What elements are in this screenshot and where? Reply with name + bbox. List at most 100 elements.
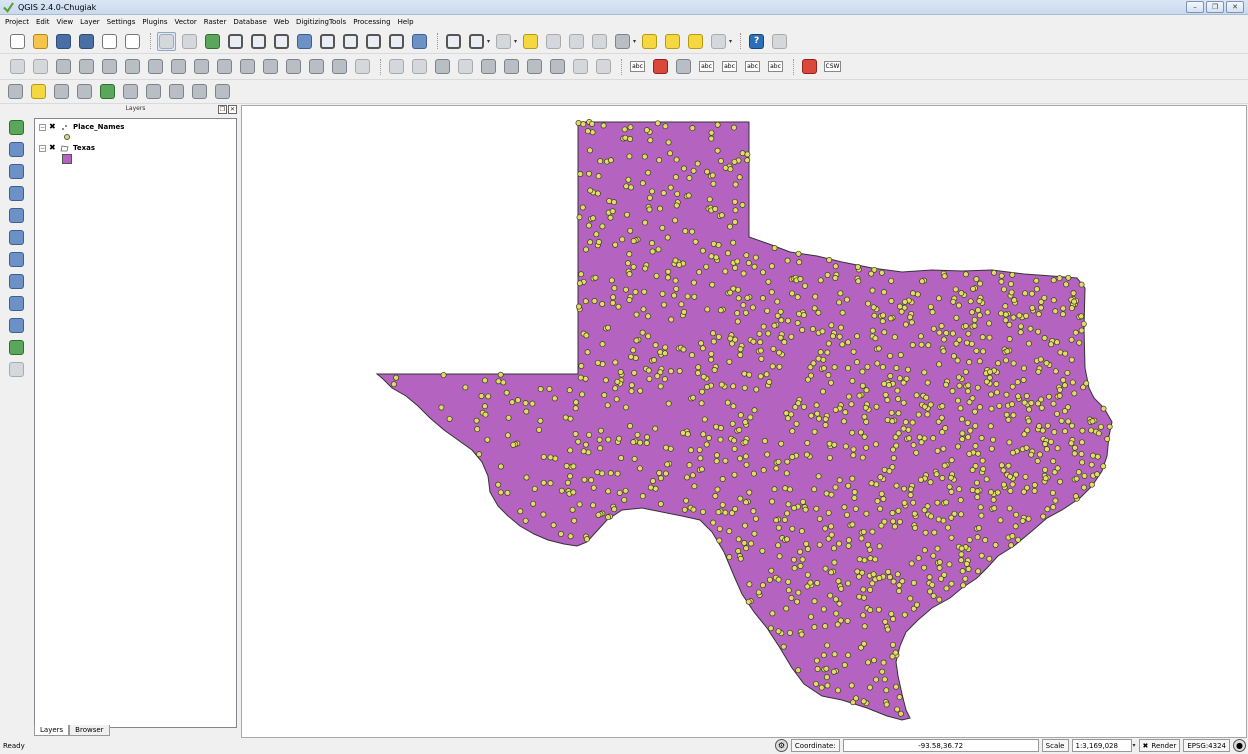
add-raster-layer-button[interactable] [7,140,26,159]
change-label-button[interactable]: abc [766,57,785,76]
tab-layers[interactable]: Layers [34,725,70,736]
add-spatialite-layer-button[interactable] [7,184,26,203]
new-print-composer-button[interactable] [100,32,119,51]
new-shapefile-layer-button[interactable] [7,338,26,357]
add-oracle-layer-button[interactable] [7,228,26,247]
chevron-down-icon[interactable]: ▾ [487,38,490,45]
merge-attributes-button[interactable] [307,57,326,76]
layer-tool-1-button[interactable] [6,82,25,101]
zoom-layer-button[interactable] [341,32,360,51]
add-wms-layer-button[interactable] [7,250,26,269]
select-features-button[interactable] [494,32,513,51]
vector-tool-4-button[interactable] [144,82,163,101]
add-wcs-layer-button[interactable] [7,272,26,291]
move-feature-button[interactable] [479,57,498,76]
touch-zoom-pan-button[interactable] [157,31,176,51]
rotate-feature-button[interactable] [353,57,372,76]
save-as-button[interactable] [77,32,96,51]
csw-button[interactable]: CSW [823,57,842,76]
move-label-button[interactable]: abc [720,57,739,76]
paste-features-button[interactable] [594,57,613,76]
add-feature-button[interactable] [456,57,475,76]
layer-diagram-button[interactable] [651,57,670,76]
show-bookmarks-button[interactable] [686,32,705,51]
scale-combobox[interactable]: 1:3,169,028 [1071,739,1132,752]
split-parts-button[interactable] [261,57,280,76]
crs-status-button[interactable]: EPSG:4324 [1183,739,1230,752]
zoom-native-button[interactable] [272,32,291,51]
simplify-feature-button[interactable] [54,57,73,76]
digitizing-tools-button[interactable] [800,57,819,76]
zoom-next-button[interactable] [387,32,406,51]
zoom-selection-button[interactable] [318,32,337,51]
open-project-button[interactable] [31,32,50,51]
show-pinned-labels-button[interactable]: abc [697,57,716,76]
collapse-toggle[interactable]: − [39,144,46,152]
layer-labeling-button[interactable]: abc [628,57,647,76]
pan-to-selection-button[interactable] [203,32,222,51]
menu-layer[interactable]: Layer [80,18,100,26]
map-tips-button[interactable] [640,32,659,51]
layer-visibility-checkbox[interactable]: ✖ [49,123,57,131]
rotate-label-button[interactable]: abc [743,57,762,76]
save-project-button[interactable] [54,32,73,51]
new-project-button[interactable] [8,32,27,51]
refresh-button[interactable] [410,32,429,51]
vector-tool-2-button[interactable] [98,82,117,101]
zoom-in-button[interactable] [226,32,245,51]
add-part-button[interactable] [100,57,119,76]
layer-row-texas[interactable]: − ✖ Texas [39,143,95,153]
split-features-button[interactable] [238,57,257,76]
vector-tool-5-button[interactable] [167,82,186,101]
render-checkbox[interactable]: ✖ Render [1138,739,1181,752]
menu-help[interactable]: Help [398,18,414,26]
map-view[interactable] [242,106,1247,738]
cut-features-button[interactable] [548,57,567,76]
add-mssql-layer-button[interactable] [7,206,26,225]
new-bookmark-button[interactable] [663,32,682,51]
fill-ring-button[interactable] [123,57,142,76]
menu-raster[interactable]: Raster [204,18,227,26]
whats-this-button[interactable] [770,32,789,51]
vector-tool-1-button[interactable] [75,82,94,101]
add-postgis-layer-button[interactable] [7,162,26,181]
minimize-button[interactable]: – [1186,1,1204,13]
vector-tool-3-button[interactable] [121,82,140,101]
offset-curve-button[interactable] [215,57,234,76]
deselect-all-button[interactable] [521,32,540,51]
attribute-table-button[interactable] [567,32,586,51]
menu-edit[interactable]: Edit [36,18,50,26]
coordinate-field[interactable]: -93.58,36.72 [842,739,1039,752]
copy-features-button[interactable] [571,57,590,76]
redo-button[interactable] [31,57,50,76]
map-canvas[interactable] [241,105,1247,738]
layer-tool-3-button[interactable] [52,82,71,101]
delete-ring-button[interactable] [146,57,165,76]
vector-tool-6-button[interactable] [190,82,209,101]
menu-database[interactable]: Database [233,18,266,26]
composer-manager-button[interactable] [123,32,142,51]
select-by-expression-button[interactable] [544,32,563,51]
menu-project[interactable]: Project [5,18,29,26]
add-vector-layer-button[interactable] [7,118,26,137]
pan-map-button[interactable] [180,32,199,51]
measure-button[interactable] [613,32,632,51]
tab-browser[interactable]: Browser [69,725,110,736]
menu-plugins[interactable]: Plugins [142,18,167,26]
menu-settings[interactable]: Settings [107,18,136,26]
add-wfs-layer-button[interactable] [7,294,26,313]
menu-web[interactable]: Web [274,18,289,26]
chevron-down-icon[interactable]: ▾ [514,38,517,45]
collapse-toggle[interactable]: − [39,123,46,131]
menu-view[interactable]: View [57,18,74,26]
add-ring-button[interactable] [77,57,96,76]
help-button[interactable]: ? [747,32,766,51]
vector-tool-7-button[interactable] [213,82,232,101]
remove-layer-button[interactable] [7,360,26,379]
save-edits-button[interactable] [433,57,452,76]
menu-vector[interactable]: Vector [174,18,196,26]
toggle-editing-button[interactable] [387,57,406,76]
menu-digitizingtools[interactable]: DigitizingTools [296,18,346,26]
chevron-down-icon[interactable]: ▾ [729,38,732,45]
reshape-features-button[interactable] [192,57,211,76]
